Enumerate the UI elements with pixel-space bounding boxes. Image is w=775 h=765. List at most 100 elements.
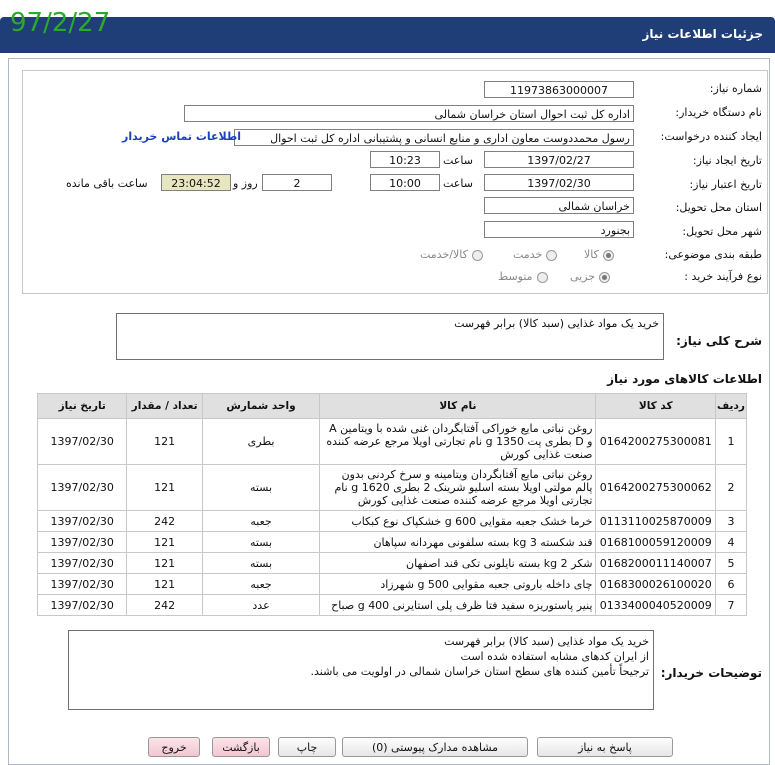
buyer-org-field[interactable]: اداره کل ثبت احوال استان خراسان شمالی	[184, 105, 634, 122]
cell-date: 1397/02/30	[36, 552, 128, 574]
window-titlebar: جزئیات اطلاعات نیاز	[0, 17, 775, 53]
process-option-medium[interactable]: متوسط	[498, 270, 548, 283]
creator-label: ایجاد کننده درخواست:	[660, 130, 762, 143]
category-option-goods-service[interactable]: کالا/خدمت	[420, 248, 483, 261]
print-button[interactable]: چاپ	[278, 737, 336, 757]
cell-row: 7	[714, 594, 748, 616]
table-row: 2 0164200275300062 روغن نباتی مایع آفتاب…	[36, 464, 748, 511]
cell-date: 1397/02/30	[36, 573, 128, 595]
cell-unit: بطری	[201, 418, 321, 465]
table-row: 1 0164200275300081 روغن نباتی مایع خوراک…	[36, 418, 748, 465]
table-row: 6 0168300026100020 چای داخله باروتی جعبه…	[36, 573, 748, 595]
city-field[interactable]: بجنورد	[484, 221, 634, 238]
remaining-label: ساعت باقی مانده	[66, 177, 148, 190]
cell-code: 0168300026100020	[595, 573, 716, 595]
created-time-field[interactable]: 10:23	[370, 151, 440, 168]
buyer-org-label: نام دستگاه خریدار:	[675, 106, 762, 119]
validity-time-label: ساعت	[443, 177, 473, 190]
cell-unit: جعبه	[201, 510, 321, 532]
back-button[interactable]: بازگشت	[212, 737, 270, 757]
radio-selected-icon	[602, 249, 614, 261]
validity-time-field[interactable]: 10:00	[370, 174, 440, 191]
process-option-minor[interactable]: جزیی	[570, 270, 611, 283]
remaining-days-field[interactable]: 2	[262, 174, 332, 191]
summary-label: شرح کلی نیاز:	[676, 334, 762, 348]
header-unit: واحد شمارش	[201, 393, 321, 419]
need-number-field[interactable]: 11973863000007	[484, 81, 634, 98]
category-option-service[interactable]: خدمت	[513, 248, 558, 261]
summary-textarea[interactable]: خرید یک مواد غذایی (سبد کالا) برابر فهرس…	[116, 313, 664, 360]
buyer-notes-line: خرید یک مواد غذایی (سبد کالا) برابر فهرس…	[444, 635, 649, 648]
cell-date: 1397/02/30	[36, 418, 128, 465]
attachments-button[interactable]: مشاهده مدارک پیوستی (0)	[342, 737, 528, 757]
cell-code: 0113110025870009	[595, 510, 716, 532]
buyer-notes-line: ترجیحاً تأمین کننده های سطح استان خراسان…	[310, 665, 649, 678]
category-option-goods[interactable]: کالا	[584, 248, 614, 261]
header-date: تاریخ نیاز	[36, 393, 128, 419]
cell-name: قند شکسته 3 kg بسته سلفونی مهردانه سپاها…	[319, 531, 597, 553]
cell-date: 1397/02/30	[36, 594, 128, 616]
cell-name: روغن نباتی مایع آفتابگردان ویتامینه و سر…	[319, 464, 597, 511]
cell-unit: بسته	[201, 552, 321, 574]
remaining-time-field: 23:04:52	[161, 174, 231, 191]
contact-info-link[interactable]: اطلاعات تماس خریدار	[122, 130, 241, 143]
cell-code: 0164200275300062	[595, 464, 716, 511]
city-label: شهر محل تحویل:	[682, 225, 762, 238]
table-row: 7 0133400040520009 پنیر پاستوریزه سفید ف…	[36, 594, 748, 616]
category-label: طبقه بندی موضوعی:	[664, 248, 762, 261]
header-code: کد کالا	[595, 393, 716, 419]
cell-row: 5	[714, 552, 748, 574]
cell-name: روغن نباتی مایع خوراکی آفتابگردان غنی شد…	[319, 418, 597, 465]
exit-button[interactable]: خروج	[148, 737, 200, 757]
window-title: جزئیات اطلاعات نیاز	[642, 27, 763, 41]
created-date-field[interactable]: 1397/02/27	[484, 151, 634, 168]
cell-qty: 121	[126, 552, 203, 574]
days-label: روز و	[233, 177, 258, 190]
cell-name: چای داخله باروتی جعبه مقوایی 500 g شهرزا…	[319, 573, 597, 595]
cell-row: 1	[714, 418, 748, 465]
validity-date-field[interactable]: 1397/02/30	[484, 174, 634, 191]
cell-unit: عدد	[201, 594, 321, 616]
province-field[interactable]: خراسان شمالی	[484, 197, 634, 214]
cell-name: خرما خشک جعبه مقوایی 600 g خشکپاک نوع کب…	[319, 510, 597, 532]
cell-date: 1397/02/30	[36, 464, 128, 511]
validity-date-label: تاریخ اعتبار نیاز:	[689, 178, 762, 191]
table-row: 3 0113110025870009 خرما خشک جعبه مقوایی …	[36, 510, 748, 532]
cell-unit: بسته	[201, 464, 321, 511]
created-time-label: ساعت	[443, 154, 473, 167]
reply-button[interactable]: پاسخ به نیاز	[537, 737, 673, 757]
cell-qty: 121	[126, 464, 203, 511]
cell-name: پنیر پاستوریزه سفید فتا ظرف پلی استایرنی…	[319, 594, 597, 616]
cell-date: 1397/02/30	[36, 510, 128, 532]
buyer-notes-textarea[interactable]: خرید یک مواد غذایی (سبد کالا) برابر فهرس…	[68, 630, 654, 710]
cell-unit: جعبه	[201, 573, 321, 595]
cell-code: 0168200011140007	[595, 552, 716, 574]
cell-code: 0164200275300081	[595, 418, 716, 465]
cell-code: 0133400040520009	[595, 594, 716, 616]
header-qty: تعداد / مقدار	[126, 393, 203, 419]
radio-icon	[471, 249, 483, 261]
cell-date: 1397/02/30	[36, 531, 128, 553]
radio-icon	[536, 271, 548, 283]
cell-row: 2	[714, 464, 748, 511]
items-header-row: ردیف کد کالا نام کالا واحد شمارش تعداد /…	[36, 393, 748, 419]
cell-unit: بسته	[201, 531, 321, 553]
cell-qty: 242	[126, 510, 203, 532]
cell-row: 6	[714, 573, 748, 595]
radio-selected-icon	[599, 271, 611, 283]
buyer-notes-line: از ایران کدهای مشابه استفاده شده است	[460, 650, 649, 663]
cell-code: 0168100059120009	[595, 531, 716, 553]
table-row: 5 0168200011140007 شکر 2 kg بسته نایلونی…	[36, 552, 748, 574]
header-name: نام کالا	[319, 393, 597, 419]
creator-field[interactable]: رسول محمددوست معاون اداری و منابع انسانی…	[234, 129, 634, 146]
items-table: ردیف کد کالا نام کالا واحد شمارش تعداد /…	[36, 393, 748, 616]
cell-row: 3	[714, 510, 748, 532]
cell-qty: 121	[126, 573, 203, 595]
cell-qty: 121	[126, 531, 203, 553]
need-number-label: شماره نیاز:	[709, 82, 762, 95]
cell-name: شکر 2 kg بسته نایلونی تکی قند اصفهان	[319, 552, 597, 574]
cell-qty: 121	[126, 418, 203, 465]
radio-icon	[546, 249, 558, 261]
cell-qty: 242	[126, 594, 203, 616]
date-stamp: 97/2/27	[10, 8, 111, 38]
